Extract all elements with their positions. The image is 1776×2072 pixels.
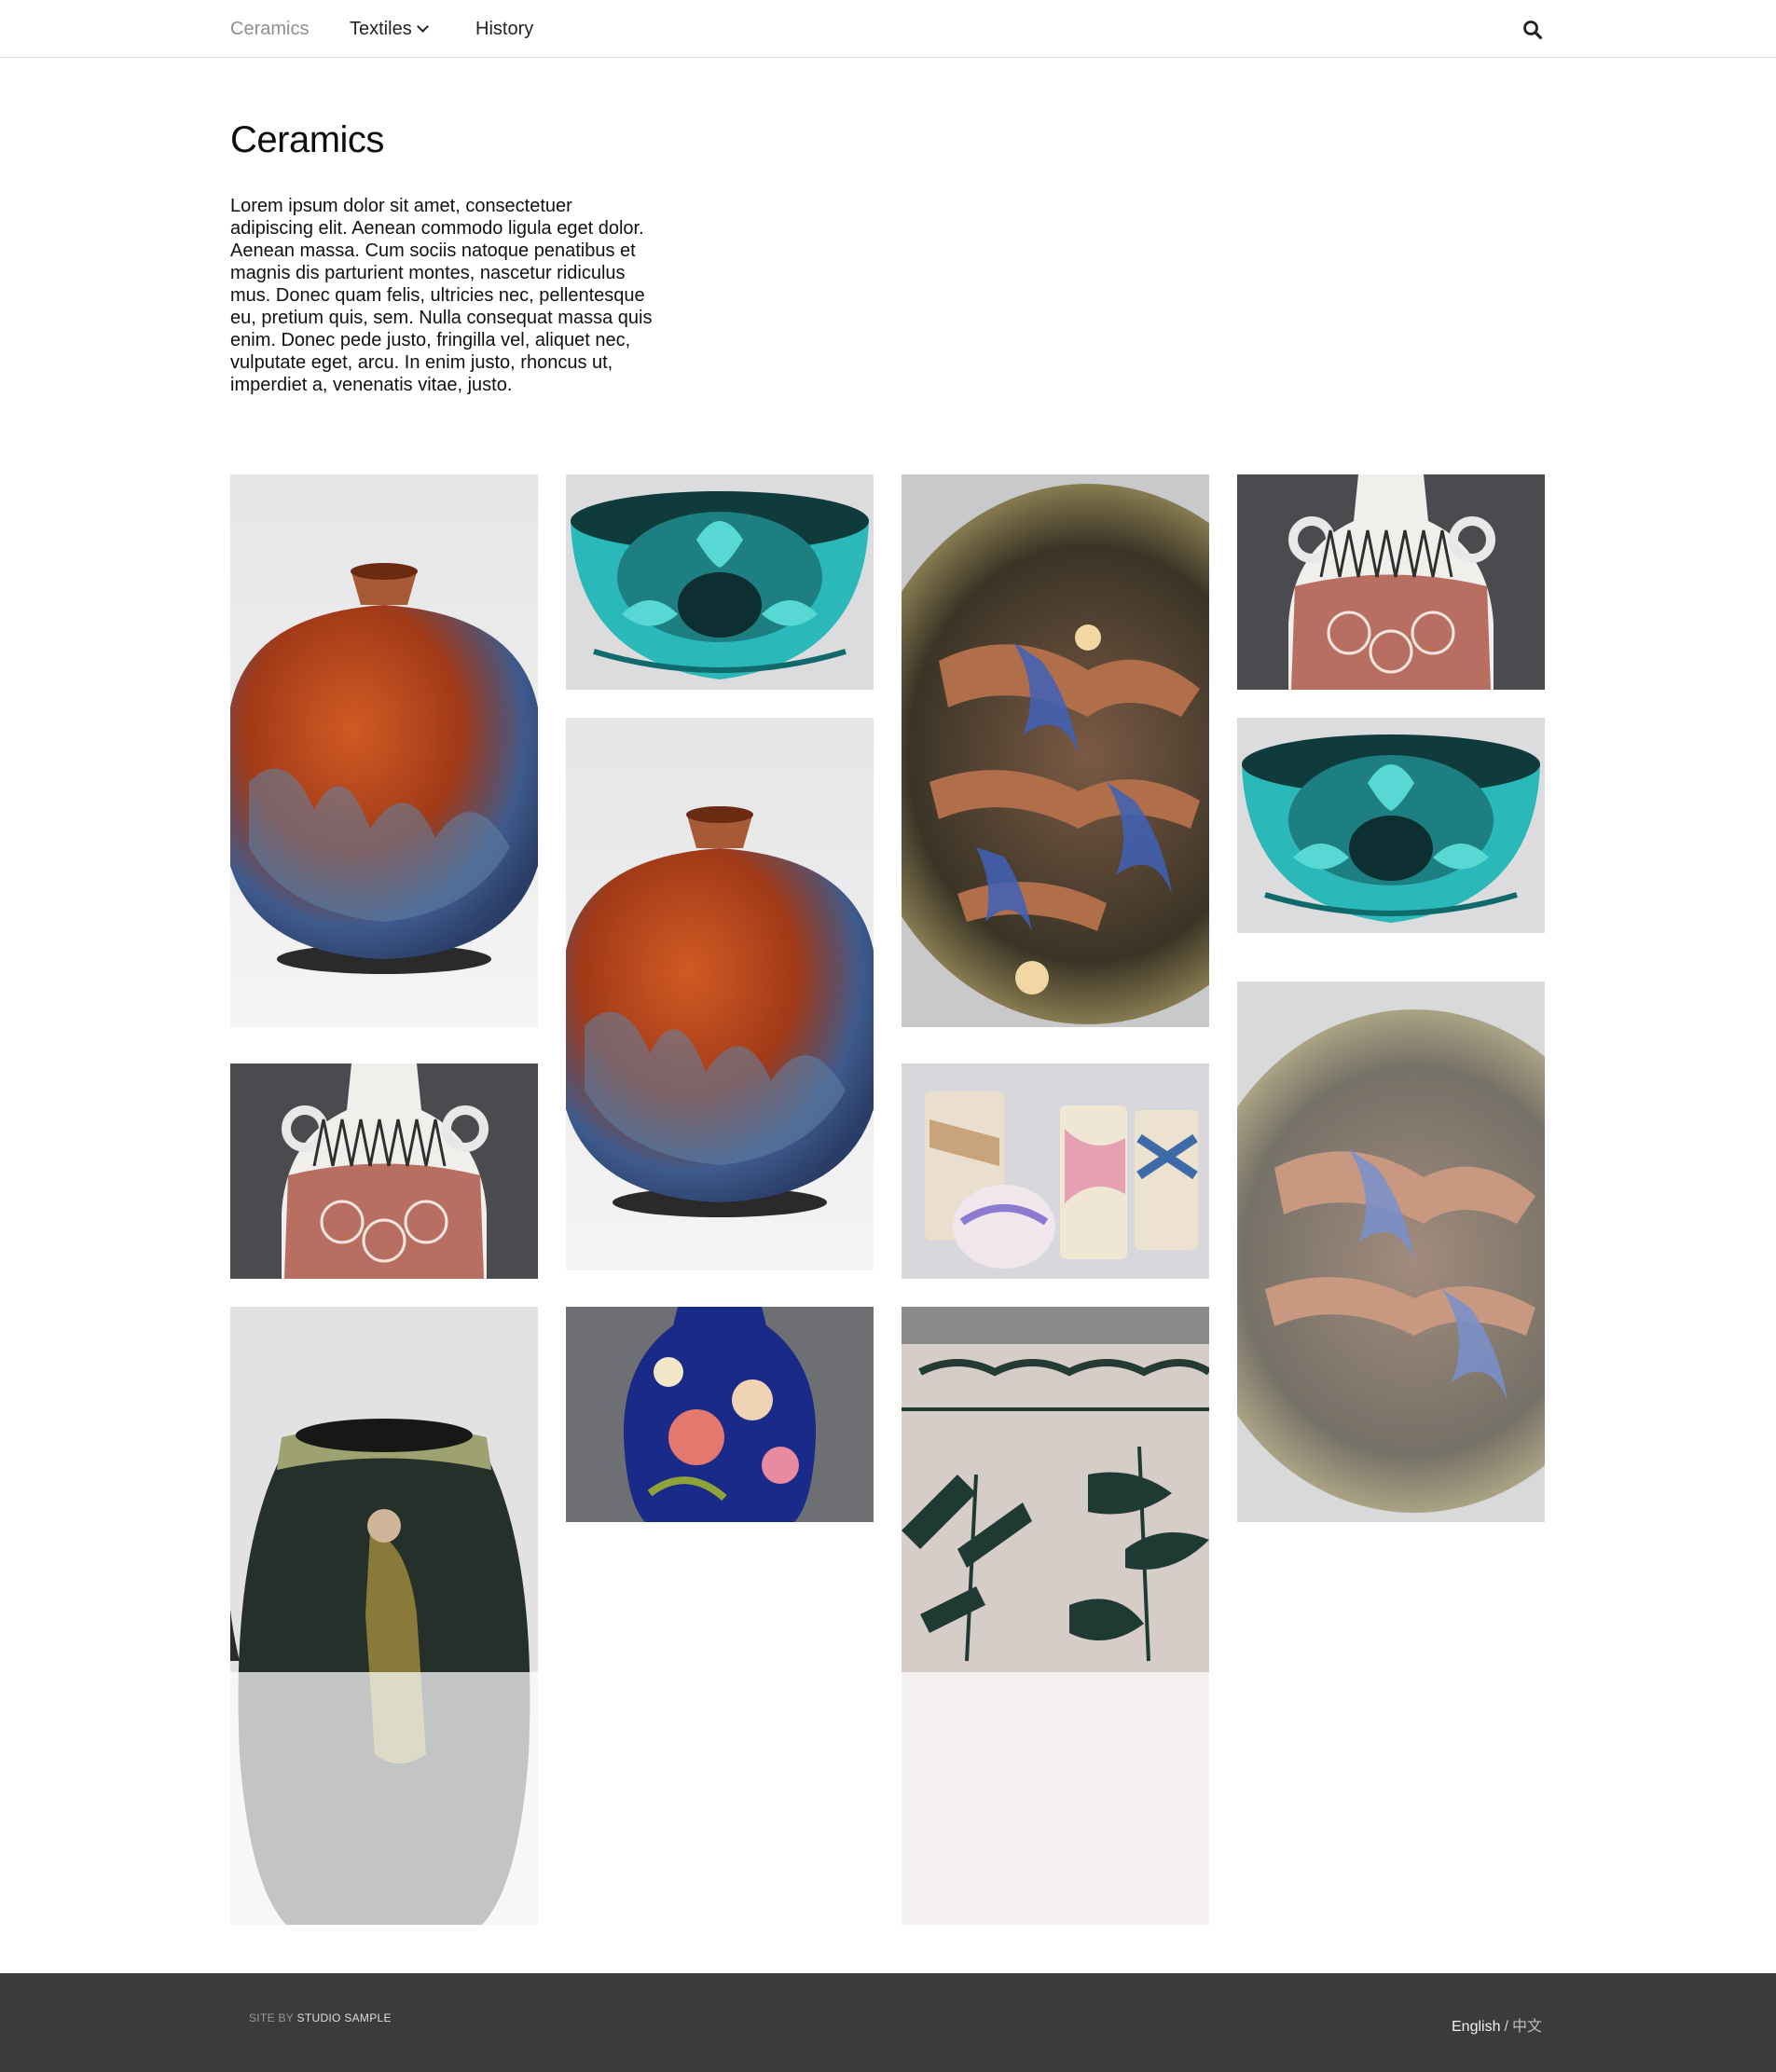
search-icon[interactable]: [1522, 20, 1543, 40]
handled-bottle-image: [1237, 474, 1545, 690]
gallery-item-turquoise-bowl[interactable]: [566, 474, 874, 690]
credit-link[interactable]: STUDIO SAMPLE: [297, 2011, 392, 2024]
turquoise-bowl-image: [1237, 718, 1545, 933]
language-switcher: English / 中文: [1452, 2013, 1542, 2036]
chevron-down-icon: [416, 21, 429, 33]
raku-vase-image: [230, 474, 538, 1027]
raku-vase-image: [566, 718, 874, 1270]
handled-bottle-image: [230, 1063, 538, 1279]
gallery-item-turquoise-bowl-2[interactable]: [1237, 718, 1545, 933]
floral-vase-image: [566, 1307, 874, 1522]
gallery-item-charger[interactable]: [902, 474, 1209, 1027]
gallery-item-handled-bottle[interactable]: [230, 1063, 538, 1279]
charger-image: [902, 474, 1209, 1027]
fade-overlay: [230, 1672, 538, 1925]
gallery-item-floral-vase[interactable]: [566, 1307, 874, 1522]
gallery-item-charger-2[interactable]: [1237, 981, 1545, 1522]
fade-overlay: [1237, 981, 1545, 1522]
lang-chinese[interactable]: 中文: [1512, 2019, 1542, 2035]
gallery-item-figure-vase[interactable]: [230, 1307, 538, 1925]
footer: SITE BY STUDIO SAMPLE English / 中文: [0, 1973, 1776, 2072]
cylinder-vases-image: [902, 1063, 1209, 1279]
gallery-item-raku-vase-2[interactable]: [566, 718, 874, 1270]
gallery-item-raku-vase[interactable]: [230, 474, 538, 1027]
nav-item-history[interactable]: History: [475, 19, 533, 39]
page-title: Ceramics: [230, 119, 384, 160]
lang-separator: /: [1504, 2019, 1508, 2035]
gallery-item-pottery-jar[interactable]: [902, 1307, 1209, 1925]
intro-text: Lorem ipsum dolor sit amet, consectetuer…: [230, 196, 653, 395]
gallery-item-cylinder-vases[interactable]: [902, 1063, 1209, 1279]
site-credit: SITE BY STUDIO SAMPLE: [249, 2011, 392, 2024]
lang-english[interactable]: English: [1452, 2019, 1500, 2035]
top-nav: Ceramics Textiles History: [0, 0, 1776, 58]
fade-overlay: [902, 1672, 1209, 1925]
gallery-item-handled-bottle-2[interactable]: [1237, 474, 1545, 690]
nav-item-textiles[interactable]: Textiles: [350, 19, 429, 39]
credit-prefix: SITE BY: [249, 2011, 294, 2024]
nav-item-ceramics[interactable]: Ceramics: [230, 19, 309, 39]
nav-item-textiles-label: Textiles: [350, 19, 412, 39]
turquoise-bowl-image: [566, 474, 874, 690]
